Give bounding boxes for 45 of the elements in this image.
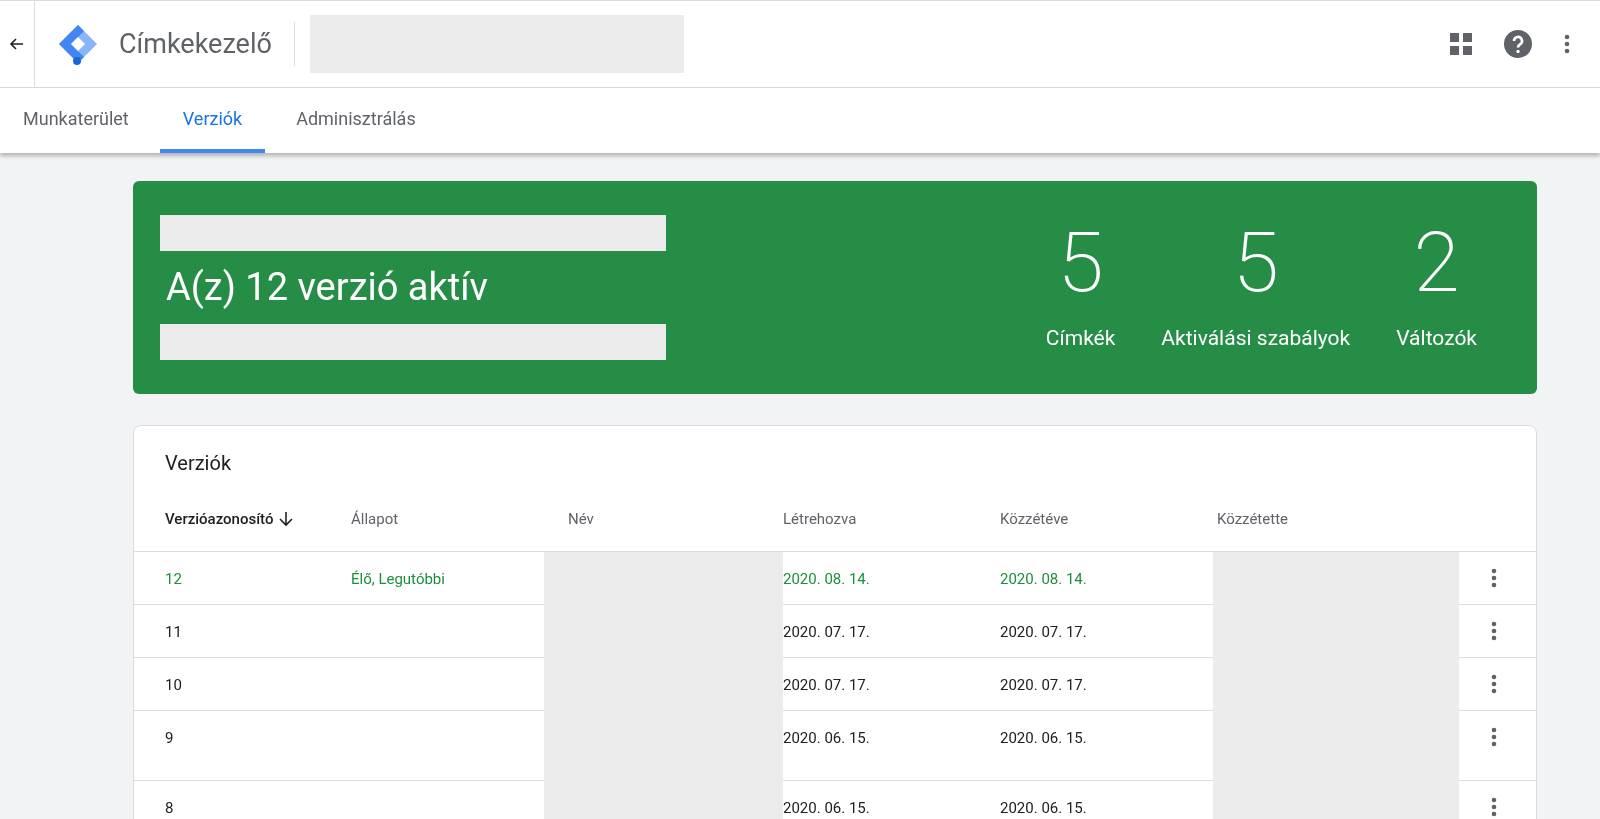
banner-title: A(z) 12 verzió aktív [165,264,489,311]
more-options-icon[interactable] [1564,34,1570,54]
more-options-icon[interactable] [1491,727,1497,747]
table-cell-text: 2020. 06. 15. [783,798,871,819]
apps-grid-icon[interactable] [1450,33,1472,55]
more-options-icon[interactable] [1491,797,1497,817]
back-arrow-icon[interactable] [9,36,25,52]
table-cell-text: 9 [165,728,175,749]
stat-label: Aktiválási szabályok [1161,324,1351,352]
table-cell-text: 2020. 08. 14. [783,569,871,590]
stat-label: Címkék [1045,324,1116,352]
nav-tab[interactable]: Adminisztrálás [273,88,439,153]
stat-value: 5 [1057,220,1104,305]
table-cell-text: 11 [165,622,183,643]
help-icon[interactable] [1504,30,1532,58]
table-cell-text: 2020. 07. 17. [1000,622,1088,643]
column-header[interactable]: Állapot [351,508,568,531]
nav-tab[interactable]: Munkaterület [0,88,152,153]
table-cell-text: 2020. 06. 15. [1000,798,1088,819]
stat-label: Változók [1396,324,1477,352]
stat-value: 2 [1413,220,1460,305]
column-header[interactable]: Közzétéve [1000,508,1217,531]
sort-arrow-icon [279,511,294,528]
more-options-icon[interactable] [1491,674,1497,694]
stat-value: 5 [1232,220,1279,305]
table-cell-text: 2020. 07. 17. [1000,675,1088,696]
table-cell-text: 2020. 06. 15. [783,728,871,749]
more-options-icon[interactable] [1491,568,1497,588]
nav-tab[interactable]: Verziók [159,88,266,153]
table-cell-text: 2020. 06. 15. [1000,728,1088,749]
column-header[interactable]: Verzióazonosító [165,508,351,531]
diamond-logo-icon [57,23,99,65]
column-header[interactable]: Név [568,508,783,531]
table-cell-text: 8 [165,798,175,819]
app-title: Címkekezelő [119,26,272,62]
table-cell-text: 2020. 07. 17. [783,622,871,643]
column-header[interactable]: Közzétette [1217,508,1459,531]
column-header[interactable]: Létrehozva [783,508,1000,531]
table-cell-text: 10 [165,675,183,696]
table-cell-text: Élő, Legutóbbi [351,569,446,590]
more-options-icon[interactable] [1491,621,1497,641]
table-cell-text: 12 [165,569,183,590]
table-cell-text: 2020. 08. 14. [1000,569,1088,590]
table-cell-text: 2020. 07. 17. [783,675,871,696]
card-title: Verziók [164,450,232,477]
